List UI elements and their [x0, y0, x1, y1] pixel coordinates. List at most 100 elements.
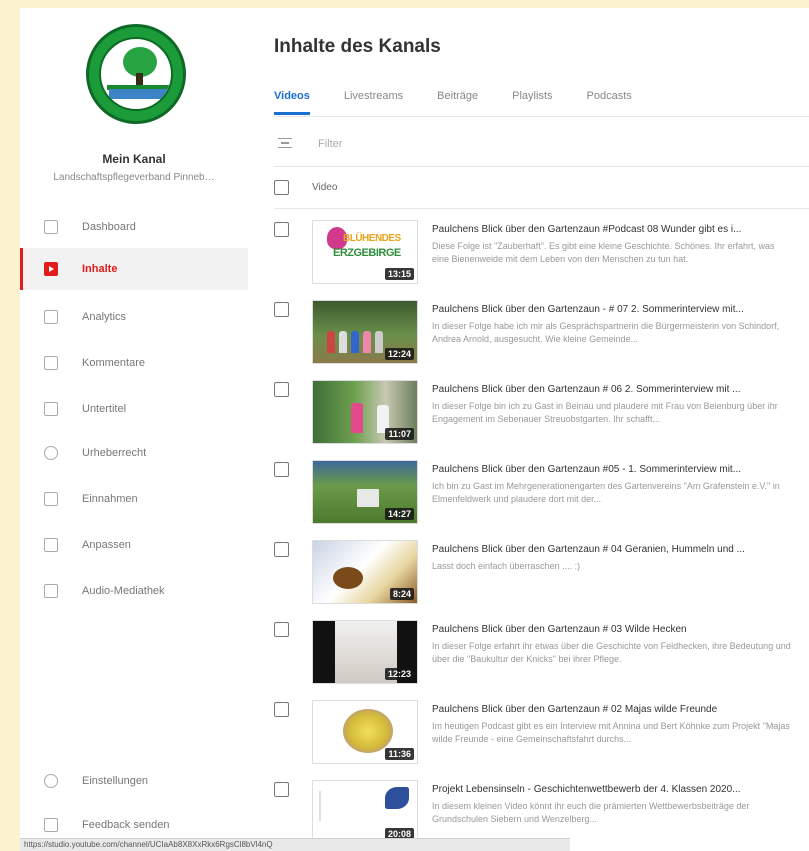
video-description: Ich bin zu Gast im Mehrgenerationengarte…: [432, 481, 780, 504]
table-row[interactable]: 14:27 Paulchens Blick über den Gartenzau…: [274, 452, 809, 532]
video-title[interactable]: Paulchens Blick über den Gartenzaun # 06…: [432, 384, 802, 395]
video-title[interactable]: Paulchens Blick über den Gartenzaun - # …: [432, 304, 802, 315]
person-figure: [327, 331, 335, 353]
video-thumbnail[interactable]: 11:36: [312, 700, 418, 764]
select-all-checkbox[interactable]: [274, 180, 289, 195]
tab-bar: Videos Livestreams Beiträge Playlists Po…: [274, 90, 666, 115]
video-title[interactable]: Paulchens Blick über den Gartenzaun # 02…: [432, 704, 802, 715]
table-row[interactable]: 12:23 Paulchens Blick über den Gartenzau…: [274, 612, 809, 692]
sidebar-item-analytics[interactable]: Analytics: [20, 296, 248, 338]
sidebar-item-anpassen[interactable]: Anpassen: [20, 524, 248, 566]
row-checkbox[interactable]: [274, 382, 289, 397]
thumbnail-art-green: ERZGEBIRGE: [333, 247, 401, 259]
sidebar-item-kommentare[interactable]: Kommentare: [20, 342, 248, 384]
table-row[interactable]: BLÜHENDES ERZGEBIRGE 13:15 Paulchens Bli…: [274, 212, 809, 292]
table-row[interactable]: 11:07 Paulchens Blick über den Gartenzau…: [274, 372, 809, 452]
video-thumbnail[interactable]: 20:08: [312, 780, 418, 844]
sidebar-item-label: Untertitel: [82, 403, 127, 415]
table-row[interactable]: 12:24 Paulchens Blick über den Gartenzau…: [274, 292, 809, 372]
row-checkbox[interactable]: [274, 222, 289, 237]
channel-name: Mein Kanal: [102, 152, 166, 166]
person-figure: [375, 331, 383, 353]
tab-videos[interactable]: Videos: [274, 90, 310, 115]
page-title: Inhalte des Kanals: [274, 36, 441, 57]
water-icon: [109, 89, 167, 99]
video-description: Diese Folge ist "Zauberhaft". Es gibt ei…: [432, 241, 775, 264]
feedback-icon: [44, 818, 58, 832]
sidebar-item-inhalte[interactable]: Inhalte: [20, 248, 248, 290]
video-thumbnail[interactable]: 12:24: [312, 300, 418, 364]
sidebar-item-einnahmen[interactable]: Einnahmen: [20, 478, 248, 520]
video-thumbnail[interactable]: 12:23: [312, 620, 418, 684]
thumbnail-image: [319, 791, 359, 821]
sidebar-item-audio-mediathek[interactable]: Audio-Mediathek: [20, 570, 248, 612]
tab-livestreams[interactable]: Livestreams: [344, 90, 403, 115]
video-description: In dieser Folge habe ich mir als Gespräc…: [432, 321, 780, 344]
tab-podcasts[interactable]: Podcasts: [587, 90, 632, 115]
video-duration: 12:23: [384, 668, 414, 680]
video-thumbnail[interactable]: 8:24: [312, 540, 418, 604]
video-title[interactable]: Paulchens Blick über den Gartenzaun #05 …: [432, 464, 802, 475]
video-description: Lasst doch einfach überraschen .... :): [432, 561, 581, 571]
filter-input[interactable]: Filter: [318, 138, 342, 150]
earn-icon: [44, 492, 58, 506]
sidebar-item-label: Urheberrecht: [82, 447, 147, 459]
active-indicator: [20, 248, 23, 290]
studio-window: Mein Kanal Landschaftspflegeverband Pinn…: [20, 8, 809, 851]
video-duration: 14:27: [384, 508, 414, 520]
row-checkbox[interactable]: [274, 702, 289, 717]
video-title[interactable]: Paulchens Blick über den Gartenzaun # 04…: [432, 544, 802, 555]
table-row[interactable]: 11:36 Paulchens Blick über den Gartenzau…: [274, 692, 809, 772]
video-duration: 11:36: [385, 748, 414, 760]
row-checkbox[interactable]: [274, 622, 289, 637]
status-bar-url: https://studio.youtube.com/channel/UCIaA…: [20, 838, 570, 851]
copyright-icon: [44, 446, 58, 460]
sidebar-item-label: Einstellungen: [82, 775, 149, 787]
sidebar-item-dashboard[interactable]: Dashboard: [20, 206, 248, 248]
channel-subtitle: Landschaftspflegeverband Pinneb…: [53, 172, 215, 183]
sidebar-item-einstellungen[interactable]: Einstellungen: [20, 760, 248, 802]
video-title[interactable]: Projekt Lebensinseln - Geschichtenwettbe…: [432, 784, 802, 795]
video-duration: 11:07: [385, 428, 414, 440]
sidebar-item-label: Analytics: [82, 311, 127, 323]
row-checkbox[interactable]: [274, 542, 289, 557]
column-header-video: Video: [312, 182, 338, 193]
sidebar-item-label: Dashboard: [82, 221, 136, 233]
divider: [274, 116, 809, 117]
sidebar-item-label: Audio-Mediathek: [82, 585, 165, 597]
channel-avatar[interactable]: [86, 24, 186, 124]
row-checkbox[interactable]: [274, 462, 289, 477]
divider: [274, 166, 809, 167]
sidebar-item-urheberrecht[interactable]: Urheberrecht: [20, 432, 248, 474]
audio-library-icon: [44, 584, 58, 598]
butterfly-icon: [385, 787, 409, 809]
video-duration: 12:24: [384, 348, 414, 360]
sidebar-item-label: Feedback senden: [82, 819, 170, 831]
video-thumbnail[interactable]: BLÜHENDES ERZGEBIRGE 13:15: [312, 220, 418, 284]
sidebar-item-label: Einnahmen: [82, 493, 138, 505]
table-row[interactable]: 8:24 Paulchens Blick über den Gartenzaun…: [274, 532, 809, 612]
video-description: Im heutigen Podcast gibt es ein Intervie…: [432, 721, 790, 744]
comments-icon: [44, 356, 58, 370]
sidebar-item-untertitel[interactable]: Untertitel: [20, 388, 248, 430]
video-title[interactable]: Paulchens Blick über den Gartenzaun # 03…: [432, 624, 802, 635]
filter-icon[interactable]: [278, 138, 292, 148]
main-content: Inhalte des Kanals Videos Livestreams Be…: [248, 8, 809, 851]
sign-board: [357, 489, 379, 507]
settings-icon: [44, 774, 58, 788]
row-checkbox[interactable]: [274, 782, 289, 797]
video-title[interactable]: Paulchens Blick über den Gartenzaun #Pod…: [432, 224, 802, 235]
video-thumbnail[interactable]: 14:27: [312, 460, 418, 524]
row-checkbox[interactable]: [274, 302, 289, 317]
logo-emblem: [99, 37, 173, 111]
tab-beitraege[interactable]: Beiträge: [437, 90, 478, 115]
analytics-icon: [44, 310, 58, 324]
dashboard-icon: [44, 220, 58, 234]
person-figure: [351, 403, 363, 433]
video-description: In dieser Folge erfahrt ihr etwas über d…: [432, 641, 791, 664]
thumbnail-art-blue: BLÜHENDES: [343, 233, 401, 244]
video-thumbnail[interactable]: 11:07: [312, 380, 418, 444]
sidebar-item-label: Kommentare: [82, 357, 145, 369]
sidebar: Mein Kanal Landschaftspflegeverband Pinn…: [20, 8, 248, 851]
tab-playlists[interactable]: Playlists: [512, 90, 552, 115]
